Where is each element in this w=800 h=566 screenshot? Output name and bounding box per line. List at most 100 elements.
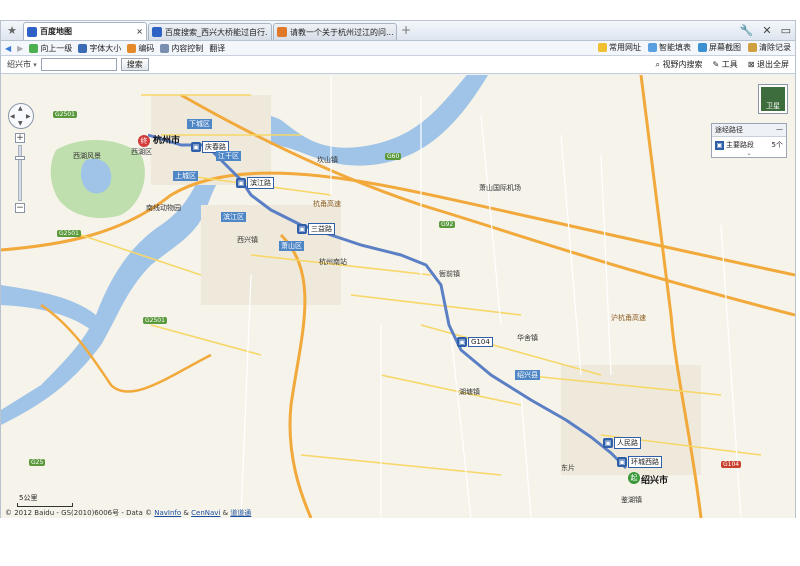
pan-right-icon[interactable]: ▶	[26, 113, 31, 120]
content-control-button[interactable]: 内容控制	[160, 43, 203, 54]
common-sites-button[interactable]: 常用网址	[598, 42, 641, 53]
bus-stop[interactable]: ▣ 滨江路	[236, 177, 274, 189]
bus-stop[interactable]: ▣ 环城西路	[617, 456, 662, 468]
zoom-slider-handle[interactable]	[15, 156, 25, 160]
encoding-icon	[127, 43, 137, 53]
content-control-icon	[160, 43, 170, 53]
road-shield: G104	[721, 461, 742, 468]
navinfo-link[interactable]: NavInfo	[154, 509, 181, 517]
tools-button[interactable]: ✎ 工具	[713, 59, 738, 70]
place-label: 华舍镇	[517, 334, 538, 342]
place-label: 坎山镇	[317, 156, 338, 164]
zoom-out-button[interactable]: −	[15, 203, 25, 213]
search-icon: ⌕	[655, 60, 660, 69]
favorites-star-icon[interactable]: ★	[1, 20, 23, 40]
place-label: 西湖区	[131, 148, 152, 156]
road-shield: G2501	[143, 317, 167, 324]
clear-history-button[interactable]: 清除记录	[748, 42, 791, 53]
place-label: 杭州南站	[319, 258, 347, 266]
font-size-button[interactable]: 字体大小	[78, 43, 121, 54]
forward-arrow-icon[interactable]: ▶	[17, 44, 23, 53]
cennavi-link[interactable]: CenNavi	[191, 509, 220, 517]
translate-button[interactable]: 翻译	[209, 43, 225, 54]
route-legend-panel: 途经路径 — ▣ 主要路段 5个 ⌄	[711, 123, 787, 158]
district-label: 萧山区	[279, 241, 304, 251]
satellite-toggle-button[interactable]: 卫星	[758, 84, 788, 114]
end-marker[interactable]: 终	[138, 135, 150, 147]
tab-title: 百度地图	[40, 27, 72, 36]
star-icon	[598, 43, 607, 52]
zoom-slider[interactable]	[15, 145, 25, 201]
autofill-button[interactable]: 智能填表	[648, 42, 691, 53]
collapse-legend-button[interactable]: —	[776, 125, 783, 135]
place-label: 西兴镇	[237, 236, 258, 244]
screenshot-button[interactable]: 屏幕截图	[698, 42, 741, 53]
tab-close-icon[interactable]: ×	[136, 27, 143, 36]
zoom-in-button[interactable]: +	[15, 133, 25, 143]
bus-stop[interactable]: ▣ 三益路	[297, 223, 335, 235]
tab-bar: ★ 百度地图 × 百度搜索_西兴大桥能过自行... 请教一个关于杭州过江的问..…	[1, 21, 795, 41]
close-box-icon: ⊠	[747, 60, 755, 69]
bus-icon: ▣	[236, 178, 246, 188]
browser-window: ★ 百度地图 × 百度搜索_西兴大桥能过自行... 请教一个关于杭州过江的问..…	[0, 20, 796, 518]
search-button[interactable]: 搜索	[120, 58, 149, 71]
place-label: 东片	[561, 464, 575, 472]
font-size-icon	[78, 43, 88, 53]
restore-window-icon[interactable]: ▭	[781, 24, 791, 37]
pan-control[interactable]: ▲ ▼ ◀ ▶	[8, 103, 34, 129]
road-shield: G60	[385, 153, 402, 160]
map-canvas[interactable]: 终 起 ▣ 庆春路 ▣ 滨江路 ▣ 三益路 ▣ G104 ▣ 人民路 ▣ 环城西路 杭州市 …	[1, 75, 795, 518]
pan-left-icon[interactable]: ◀	[10, 113, 15, 120]
bus-stop[interactable]: ▣ G104	[457, 337, 493, 347]
settings-wrench-icon[interactable]: 🔧	[740, 24, 754, 37]
start-marker[interactable]: 起	[628, 472, 640, 484]
new-tab-button[interactable]: +	[401, 24, 415, 38]
scale-label: 5公里	[19, 494, 38, 502]
encoding-button[interactable]: 编码	[127, 43, 154, 54]
up-level-button[interactable]: 向上一级	[29, 43, 72, 54]
city-label: 杭州市	[153, 136, 181, 146]
nav-right-tools: 常用网址 智能填表 屏幕截图 清除记录	[598, 42, 791, 53]
place-label: 西湖风景	[73, 152, 101, 160]
scissors-icon	[698, 43, 707, 52]
tab-question[interactable]: 请教一个关于杭州过江的问...	[273, 23, 397, 40]
exit-fullscreen-button[interactable]: ⊠ 退出全屏	[748, 59, 789, 70]
search-input[interactable]	[40, 58, 117, 71]
up-level-icon	[29, 43, 39, 53]
back-arrow-icon[interactable]: ◀	[5, 44, 11, 53]
tab-baidu-search[interactable]: 百度搜索_西兴大桥能过自行...	[148, 23, 272, 40]
district-label: 江干区	[216, 151, 241, 161]
bus-icon: ▣	[617, 457, 627, 467]
zoom-control: + −	[15, 133, 25, 213]
road-shield: G25	[29, 459, 46, 466]
road-shield: G92	[439, 221, 456, 228]
bus-stop[interactable]: ▣ 人民路	[603, 437, 641, 449]
river-branch	[1, 285, 96, 330]
search-in-view-button[interactable]: ⌕ 视野内搜索	[655, 59, 702, 70]
baidu-tab-icon	[152, 27, 162, 37]
legend-row[interactable]: ▣ 主要路段 5个	[712, 137, 786, 150]
window-controls: 🔧 ✕ ▭	[740, 24, 791, 37]
bus-icon: ▣	[715, 141, 724, 150]
district-label: 滨江区	[221, 212, 246, 222]
tab-baidu-map[interactable]: 百度地图 ×	[23, 22, 147, 40]
pan-up-icon[interactable]: ▲	[18, 105, 23, 112]
start-pin-icon: 起	[628, 472, 640, 484]
map-graphics	[1, 75, 795, 518]
broom-icon	[748, 43, 757, 52]
district-label: 上城区	[173, 171, 198, 181]
road-shield: G2501	[57, 230, 81, 237]
page-tab-icon	[277, 27, 287, 37]
end-pin-icon: 终	[138, 135, 150, 147]
pan-down-icon[interactable]: ▼	[18, 120, 23, 127]
bus-icon: ▣	[603, 438, 613, 448]
road-label: 杭甬高速	[313, 200, 341, 208]
tool-icon: ✎	[712, 60, 720, 69]
close-window-icon[interactable]: ✕	[762, 24, 771, 37]
legend-header: 途经路径 —	[712, 124, 786, 137]
daodaotong-link[interactable]: 道道通	[230, 509, 251, 517]
copyright-text: © 2012 Baidu - GS(2010)6006号 - Data © Na…	[5, 509, 252, 517]
tab-title: 百度搜索_西兴大桥能过自行...	[165, 27, 268, 37]
city-selector[interactable]: 绍兴市	[7, 59, 37, 70]
chevron-down-icon[interactable]: ⌄	[712, 150, 786, 157]
